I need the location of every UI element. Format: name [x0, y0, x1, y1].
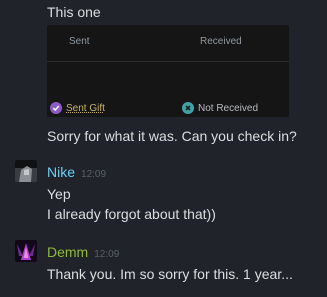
- message-yep: Yep: [47, 186, 71, 202]
- received-column-header: Received: [200, 36, 242, 47]
- avatar-nike[interactable]: [15, 160, 37, 182]
- not-received-text: Not Received: [198, 102, 259, 114]
- chat-message-this-one: This one: [47, 4, 101, 20]
- gift-trade-embed: Sent Received Sent Gift Not Received: [47, 25, 289, 117]
- username-demm[interactable]: Demm: [47, 244, 88, 260]
- username-nike[interactable]: Nike: [47, 164, 75, 180]
- chat-message-sorry: Sorry for what it was. Can you check in?: [47, 128, 297, 144]
- received-status: Not Received: [182, 100, 258, 116]
- avatar-demm[interactable]: [15, 240, 37, 262]
- trade-header: Sent Received: [47, 25, 289, 62]
- sender-nike: Nike 12:09: [47, 164, 106, 180]
- message-thank-you: Thank you. Im so sorry for this. 1 year.…: [47, 266, 293, 282]
- sent-status: Sent Gift: [50, 100, 105, 116]
- sent-column-header: Sent: [69, 36, 90, 47]
- timestamp-nike: 12:09: [81, 169, 107, 180]
- timestamp-demm: 12:09: [94, 249, 120, 260]
- check-icon: [50, 102, 62, 114]
- sent-gift-link[interactable]: Sent Gift: [66, 103, 105, 114]
- close-icon: [182, 102, 194, 114]
- sender-demm: Demm 12:09: [47, 244, 119, 260]
- message-forgot: I already forgot about that)): [47, 206, 216, 222]
